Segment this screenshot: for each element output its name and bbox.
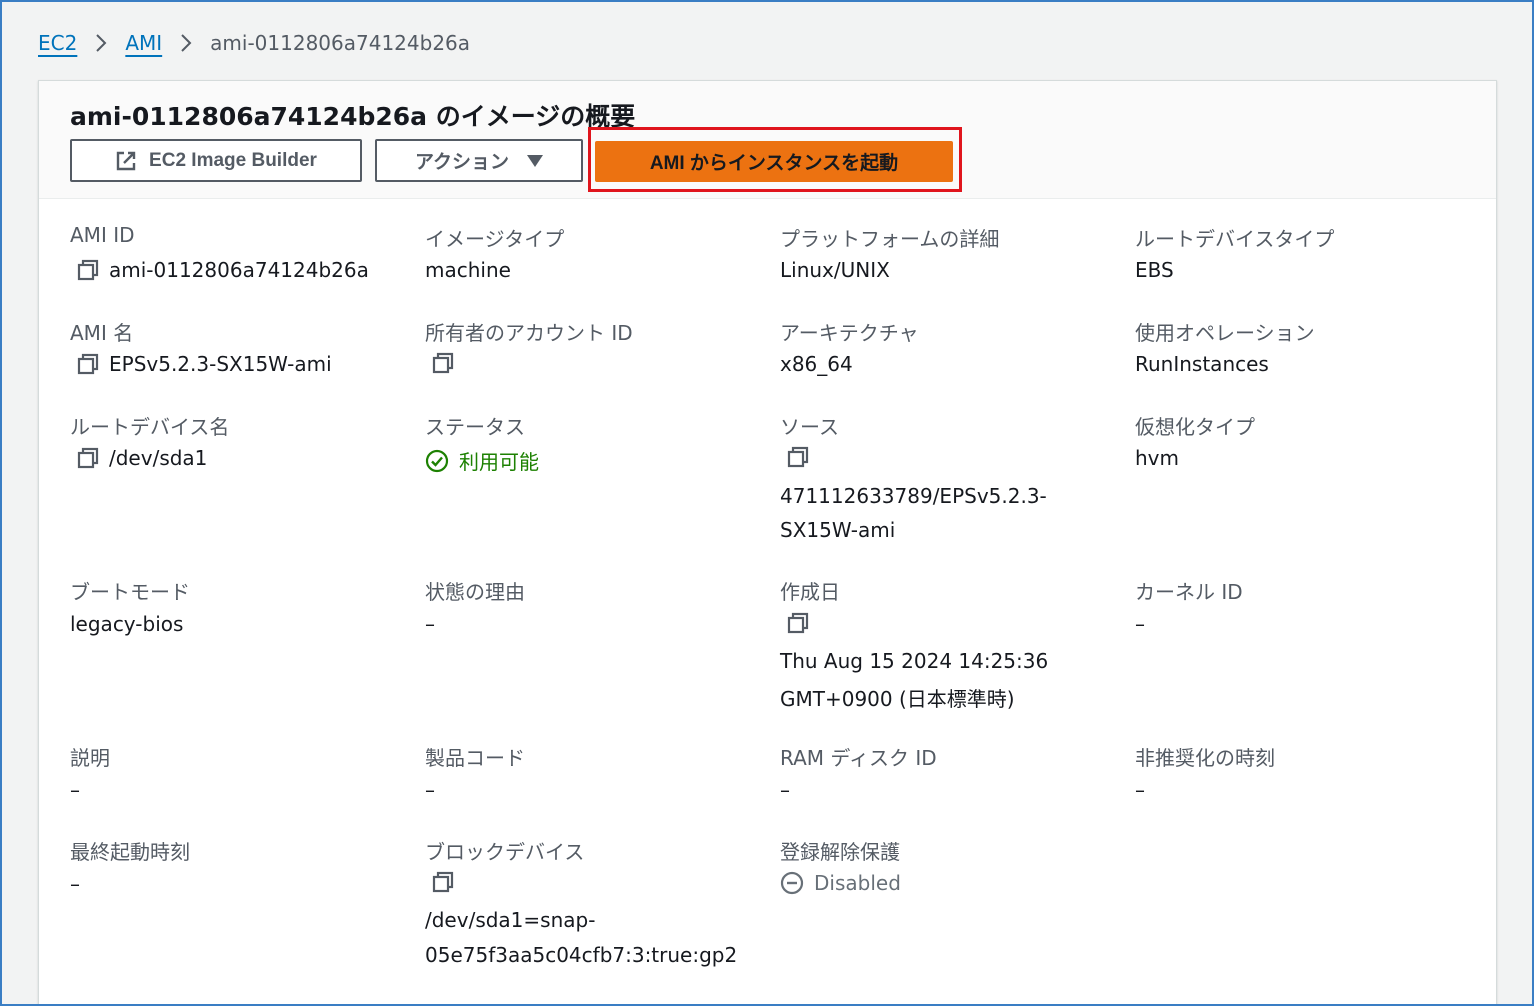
copy-icon[interactable]	[432, 352, 454, 374]
external-link-icon	[115, 150, 137, 172]
breadcrumb-link-ami[interactable]: AMI	[125, 31, 162, 55]
value-creation-date-copy	[780, 612, 819, 634]
actions-dropdown-button[interactable]: アクション	[375, 139, 583, 182]
value-platform: Linux/UNIX	[780, 258, 890, 282]
value-status: 利用可能	[425, 446, 539, 475]
value-image-type: machine	[425, 258, 511, 282]
root-device-name-text: /dev/sda1	[109, 446, 208, 470]
copy-icon[interactable]	[77, 259, 99, 281]
block-devices-line-1: /dev/sda1=snap-	[425, 908, 596, 932]
panel-header: ami-0112806a74124b26a のイメージの概要 EC2 Image…	[39, 81, 1496, 199]
label-usage-operation: 使用オペレーション	[1135, 321, 1315, 345]
value-state-reason: –	[425, 612, 435, 636]
label-ami-name: AMI 名	[70, 321, 134, 345]
label-last-launch-time: 最終起動時刻	[70, 840, 190, 864]
value-kernel-id: –	[1135, 612, 1145, 636]
label-creation-date: 作成日	[780, 580, 840, 604]
label-architecture: アーキテクチャ	[780, 321, 919, 345]
launch-instance-from-ami-button[interactable]: AMI からインスタンスを起動	[595, 141, 953, 182]
ec2-image-builder-label: EC2 Image Builder	[149, 149, 317, 171]
ami-id-text: ami-0112806a74124b26a	[109, 258, 369, 282]
ec2-image-builder-button[interactable]: EC2 Image Builder	[70, 139, 362, 182]
chevron-right-icon	[95, 33, 107, 53]
source-line-1: 471112633789/EPSv5.2.3-	[780, 484, 1047, 508]
value-deregistration-protection: Disabled	[780, 871, 901, 895]
value-owner-account-id	[425, 352, 464, 374]
copy-icon[interactable]	[432, 871, 454, 893]
value-usage-operation: RunInstances	[1135, 352, 1269, 376]
chevron-right-icon	[180, 33, 192, 53]
copy-icon[interactable]	[787, 446, 809, 468]
breadcrumb-link-ec2[interactable]: EC2	[38, 31, 77, 55]
value-last-launch-time: –	[70, 872, 80, 896]
value-ami-name: EPSv5.2.3-SX15W-ami	[70, 352, 332, 376]
page-title: ami-0112806a74124b26a のイメージの概要	[70, 102, 636, 131]
label-virtualization-type: 仮想化タイプ	[1135, 415, 1255, 439]
deregistration-protection-text: Disabled	[814, 871, 901, 895]
check-circle-icon	[425, 449, 449, 473]
label-platform: プラットフォームの詳細	[780, 227, 1000, 251]
label-deregistration-protection: 登録解除保護	[780, 840, 900, 864]
value-block-devices-copy	[425, 871, 464, 893]
label-block-devices: ブロックデバイス	[425, 840, 585, 864]
copy-icon[interactable]	[787, 612, 809, 634]
value-ramdisk-id: –	[780, 778, 790, 802]
actions-label: アクション	[414, 152, 510, 173]
label-product-code: 製品コード	[425, 746, 525, 770]
label-source: ソース	[780, 415, 839, 439]
label-state-reason: 状態の理由	[425, 580, 525, 604]
value-root-device-name: /dev/sda1	[70, 446, 207, 470]
block-devices-line-2: 05e75f3aa5c04cfb7:3:true:gp2	[425, 943, 738, 967]
copy-icon[interactable]	[77, 447, 99, 469]
copy-icon[interactable]	[77, 353, 99, 375]
label-root-device-name: ルートデバイス名	[70, 415, 230, 439]
minus-circle-icon	[780, 871, 804, 895]
image-summary-panel: ami-0112806a74124b26a のイメージの概要 EC2 Image…	[38, 80, 1497, 1006]
label-owner-account-id: 所有者のアカウント ID	[425, 321, 633, 345]
breadcrumb: EC2 AMI ami-0112806a74124b26a	[38, 26, 470, 60]
breadcrumb-current: ami-0112806a74124b26a	[210, 31, 471, 55]
source-line-2: SX15W-ami	[780, 518, 896, 542]
value-source-copy	[780, 446, 819, 468]
label-root-device-type: ルートデバイスタイプ	[1135, 227, 1335, 251]
label-image-type: イメージタイプ	[425, 227, 565, 251]
label-description: 説明	[70, 746, 110, 770]
label-status: ステータス	[425, 415, 525, 439]
label-boot-mode: ブートモード	[70, 580, 190, 604]
status-text: 利用可能	[459, 450, 539, 474]
creation-date-line-1: Thu Aug 15 2024 14:25:36	[780, 649, 1049, 673]
value-ami-id: ami-0112806a74124b26a	[70, 258, 369, 282]
ami-name-text: EPSv5.2.3-SX15W-ami	[109, 352, 332, 376]
label-kernel-id: カーネル ID	[1135, 580, 1243, 604]
value-boot-mode: legacy-bios	[70, 612, 184, 636]
caret-down-icon	[527, 154, 544, 167]
label-ramdisk-id: RAM ディスク ID	[780, 746, 937, 770]
value-architecture: x86_64	[780, 352, 853, 376]
value-product-code: –	[425, 778, 435, 802]
value-virtualization-type: hvm	[1135, 446, 1179, 470]
value-root-device-type: EBS	[1135, 258, 1174, 282]
creation-date-line-2: GMT+0900 (日本標準時)	[780, 687, 1015, 711]
label-ami-id: AMI ID	[70, 223, 135, 247]
label-deprecation-time: 非推奨化の時刻	[1135, 746, 1275, 770]
value-description: –	[70, 778, 80, 802]
value-deprecation-time: –	[1135, 778, 1145, 802]
